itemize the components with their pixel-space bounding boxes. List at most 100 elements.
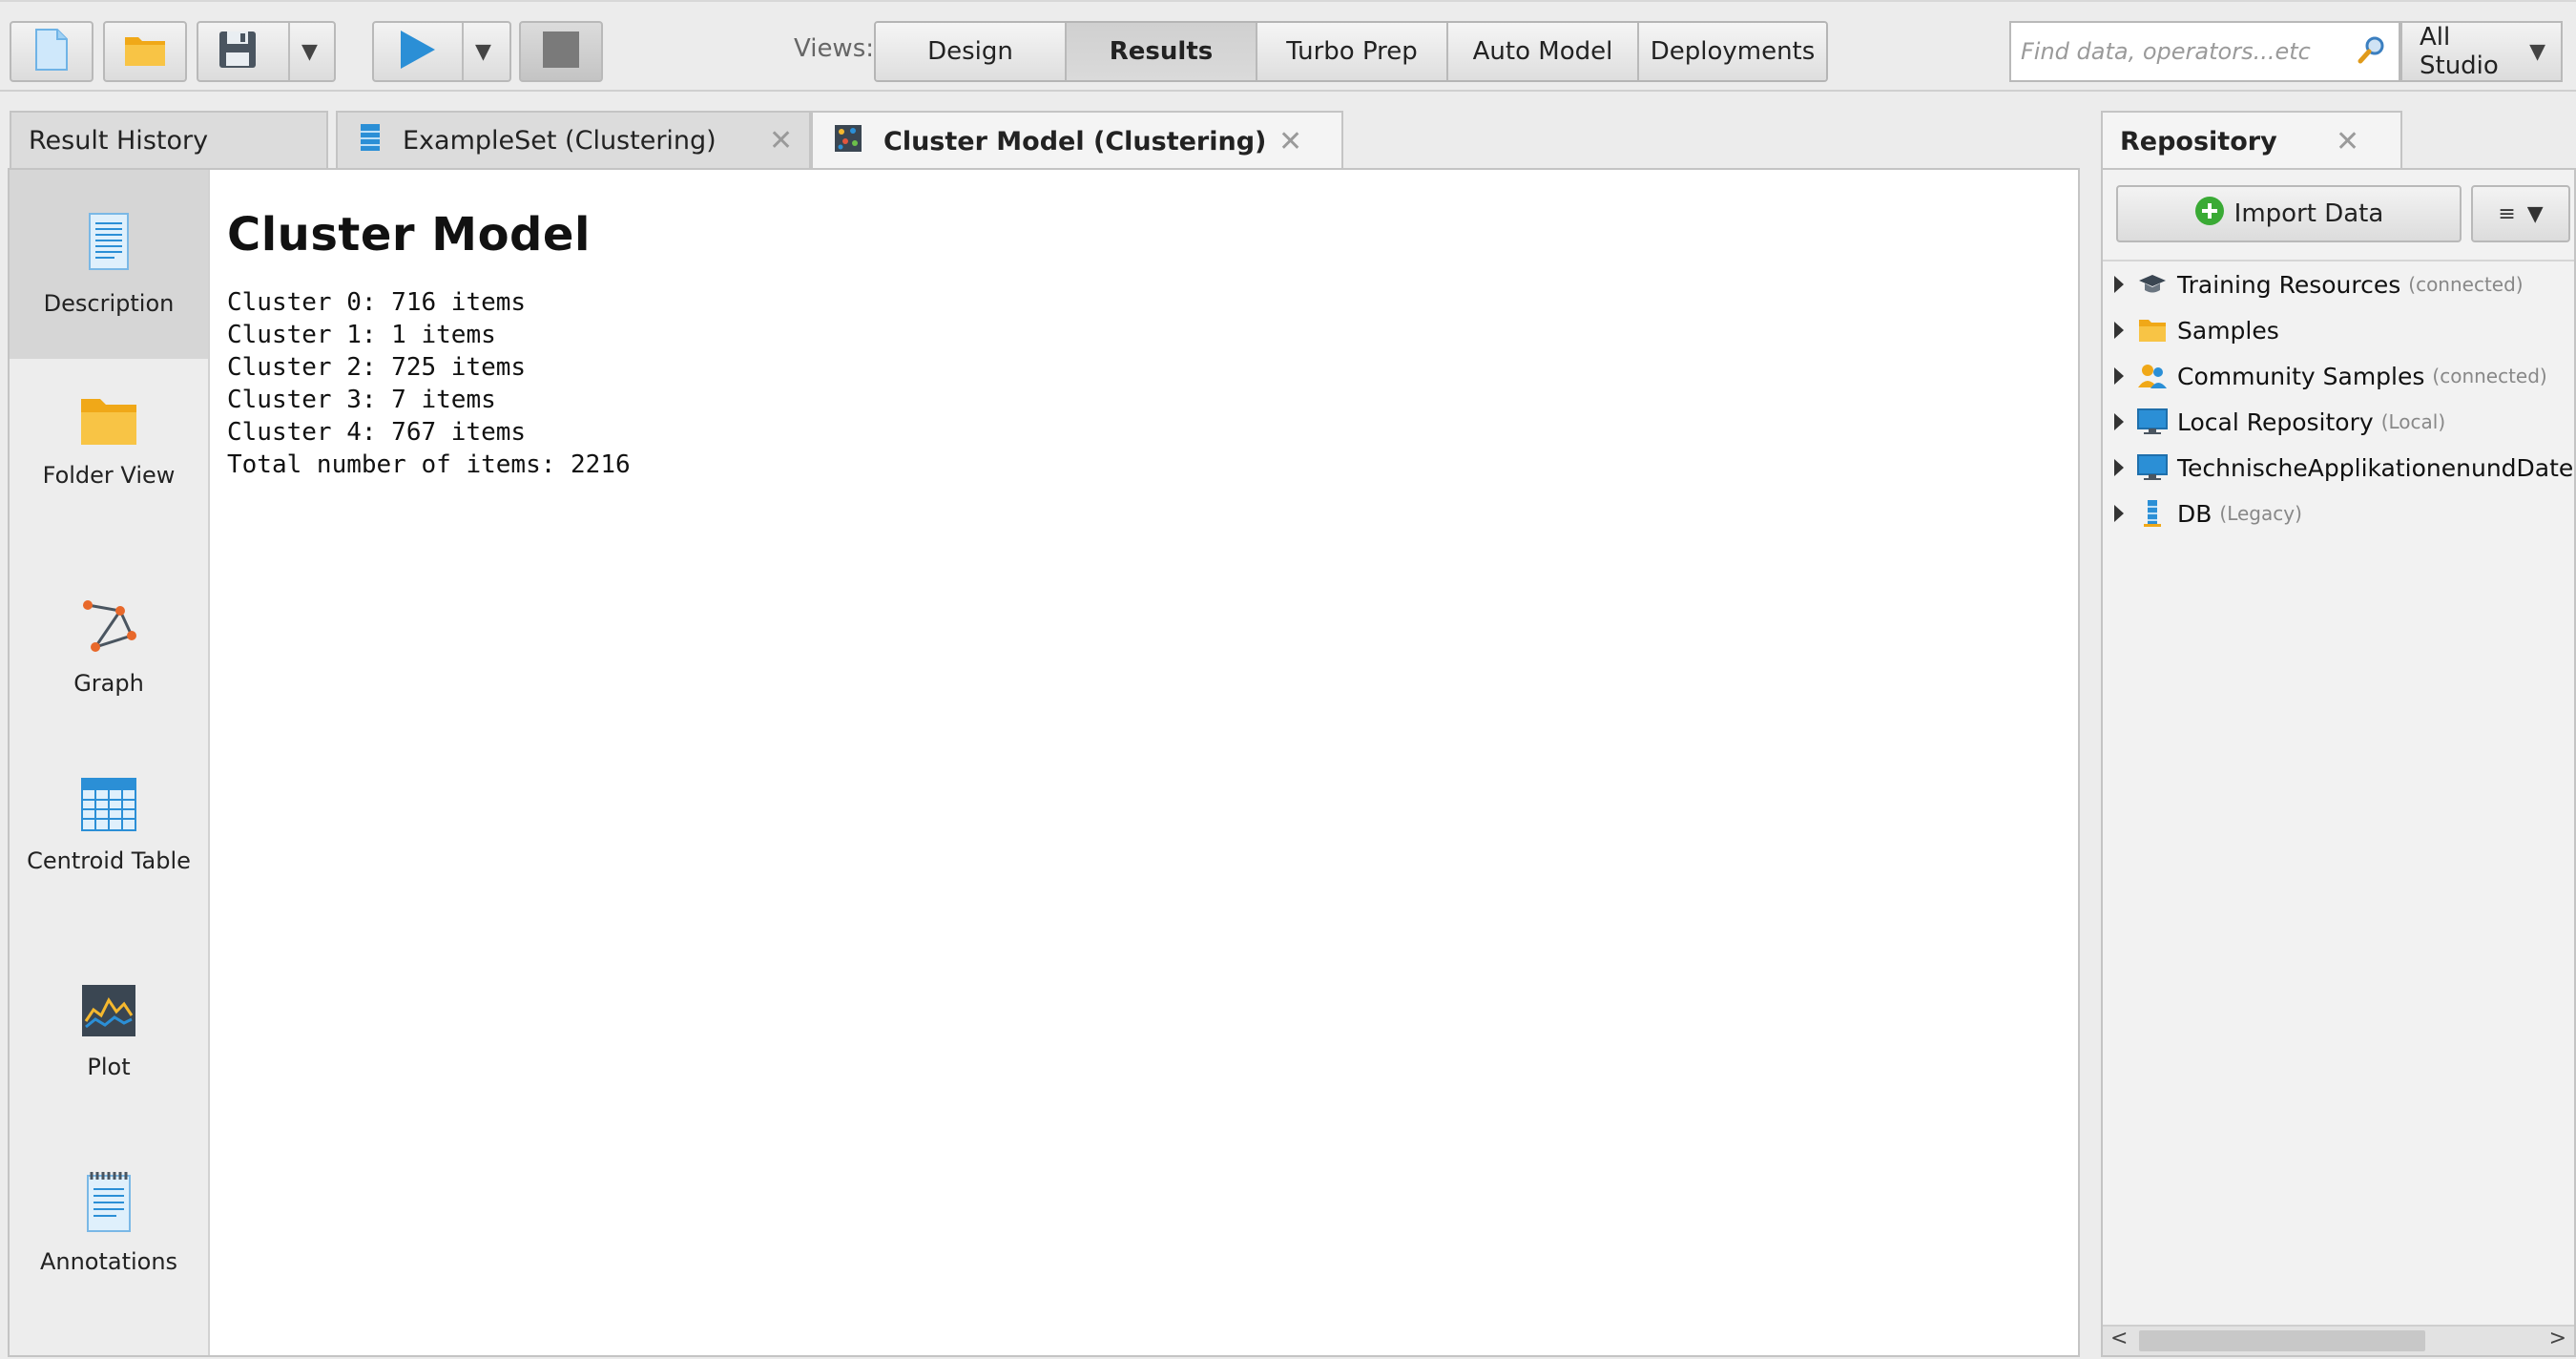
plus-circle-icon [2194,196,2225,233]
expand-arrow-icon[interactable] [2114,413,2124,430]
expand-arrow-icon[interactable] [2114,459,2124,476]
tab-repository[interactable]: Repository ✕ [2101,111,2402,170]
sidebar-item-plot[interactable]: Plot [10,983,208,1117]
annotations-icon [84,1170,134,1240]
stop-button[interactable] [519,21,603,82]
repository-type: (Local) [2380,410,2446,433]
database-icon [2137,499,2168,528]
cluster-line: Cluster 4: 767 items [227,418,527,447]
cluster-model-icon [834,124,862,159]
connection-status: (connected) [2432,365,2547,387]
save-icon [218,30,258,73]
expand-arrow-icon[interactable] [2114,322,2124,339]
search-scope-value: All Studio [2420,23,2499,80]
sidebar-item-label: Annotations [39,1248,178,1275]
tree-item-label: TechnischeApplikationenundDatenma [2177,453,2574,482]
sidebar-item-folder-view[interactable]: Folder View [10,395,208,557]
model-description: Cluster Model Cluster 0: 716 items Cluste… [227,208,631,481]
tab-label: Result History [29,125,209,156]
tree-item-training-resources[interactable]: Training Resources (connected) [2103,261,2574,307]
tree-item-technische-applikationen[interactable]: TechnischeApplikationenundDatenma [2103,445,2574,491]
run-button[interactable]: ▼ [372,21,511,82]
sidebar-item-label: Plot [87,1054,131,1080]
sidebar-item-label: Centroid Table [27,847,191,874]
expand-arrow-icon[interactable] [2114,367,2124,385]
sidebar-item-label: Description [43,289,175,317]
results-panel: Description Folder View Graph Centroid T… [8,168,2080,1357]
search-icon[interactable] [2357,34,2387,69]
monitor-icon [2137,408,2168,436]
folder-icon [2137,316,2168,345]
import-data-button[interactable]: Import Data [2116,185,2462,242]
views-switcher: Design Results Turbo Prep Auto Model Dep… [874,21,1828,82]
scroll-right-icon[interactable]: > [2549,1327,2566,1350]
main-toolbar: ▼ ▼ Views: Design Results Turbo Prep Aut… [0,0,2576,92]
repository-type: (Legacy) [2219,502,2302,525]
page-title: Cluster Model [227,208,591,261]
graph-icon [80,597,137,661]
menu-icon: ≡ [2498,201,2516,226]
run-dropdown-icon[interactable]: ▼ [475,40,491,64]
global-search [2009,21,2400,82]
view-design-button[interactable]: Design [876,23,1067,80]
expand-arrow-icon[interactable] [2114,505,2124,522]
save-button[interactable]: ▼ [197,21,336,82]
tree-item-label: Training Resources [2177,270,2401,299]
close-icon[interactable]: ✕ [2336,125,2359,158]
view-turbo-prep-button[interactable]: Turbo Prep [1257,23,1448,80]
horizontal-scrollbar[interactable]: < > [2103,1325,2574,1355]
repository-title: Repository [2120,126,2277,157]
new-process-button[interactable] [10,21,93,82]
sidebar-item-description[interactable]: Description [10,170,208,359]
folder-icon [79,395,138,453]
folder-icon [123,31,167,72]
tab-label: ExampleSet (Clustering) [403,125,717,156]
new-process-icon [32,28,71,75]
tree-item-label: Community Samples [2177,362,2425,390]
table-icon [80,777,137,839]
view-results-button[interactable]: Results [1067,23,1257,80]
monitor-icon [2137,453,2168,482]
tab-cluster-model[interactable]: Cluster Model (Clustering) ✕ [811,111,1343,170]
users-icon [2137,362,2168,390]
close-icon[interactable]: ✕ [1278,125,1302,158]
data-table-icon [359,122,382,159]
scroll-left-icon[interactable]: < [2110,1327,2128,1350]
import-data-label: Import Data [2233,199,2384,228]
cluster-line: Cluster 1: 1 items [227,321,496,349]
result-view-sidebar: Description Folder View Graph Centroid T… [10,170,210,1355]
search-scope-select[interactable]: All Studio ▼ [2400,21,2563,82]
sidebar-item-graph[interactable]: Graph [10,597,208,731]
description-icon [86,212,132,278]
tree-item-samples[interactable]: Samples [2103,307,2574,353]
view-deployments-button[interactable]: Deployments [1639,23,1826,80]
cluster-summary: Cluster 0: 716 items Cluster 1: 1 items Cl… [227,286,631,481]
sidebar-item-annotations[interactable]: Annotations [10,1170,208,1313]
open-button[interactable] [103,21,187,82]
scrollbar-thumb[interactable] [2139,1330,2425,1351]
tab-label: Cluster Model (Clustering) [883,126,1267,157]
cluster-line: Cluster 3: 7 items [227,386,496,414]
close-icon[interactable]: ✕ [769,124,793,157]
tree-item-local-repository[interactable]: Local Repository (Local) [2103,399,2574,445]
sidebar-item-centroid-table[interactable]: Centroid Table [10,777,208,939]
repository-menu-button[interactable]: ≡ ▼ [2471,185,2570,242]
search-input[interactable] [2011,27,2357,76]
expand-arrow-icon[interactable] [2114,276,2124,293]
tree-item-db[interactable]: DB (Legacy) [2103,491,2574,536]
tree-item-label: Local Repository [2177,408,2374,436]
tree-item-label: DB [2177,499,2212,528]
cluster-line: Cluster 2: 725 items [227,353,527,382]
tab-result-history[interactable]: Result History [10,111,328,168]
repository-panel: Import Data ≡ ▼ Training Resources (conn… [2101,168,2576,1357]
tab-exampleset[interactable]: ExampleSet (Clustering) ✕ [336,111,811,168]
stop-icon [541,30,581,73]
save-dropdown-icon[interactable]: ▼ [301,40,318,64]
play-icon [395,29,437,74]
view-auto-model-button[interactable]: Auto Model [1448,23,1639,80]
chevron-down-icon: ▼ [2526,201,2544,226]
chevron-down-icon: ▼ [2529,39,2545,64]
tree-item-community-samples[interactable]: Community Samples (connected) [2103,353,2574,399]
sidebar-item-label: Folder View [42,462,176,489]
repository-tree: Training Resources (connected) Samples C… [2103,260,2574,536]
